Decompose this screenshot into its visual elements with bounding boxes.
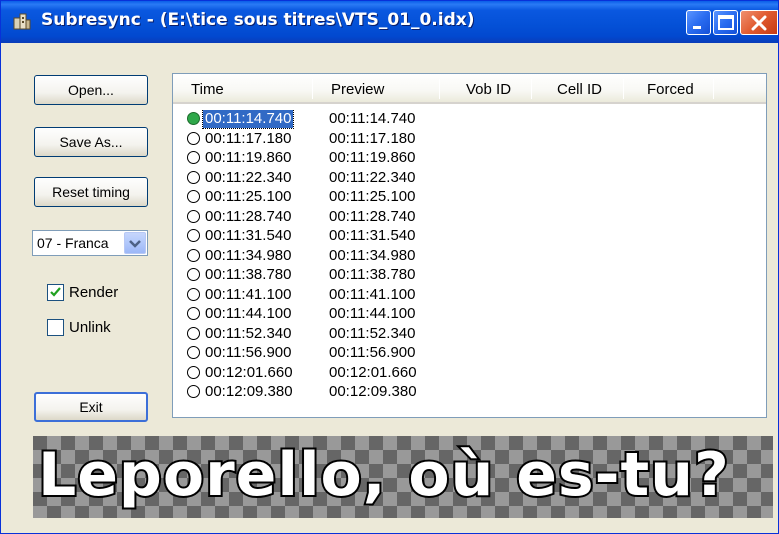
language-select-dropdown-button[interactable]: [124, 232, 146, 254]
cell-time[interactable]: 00:11:25.100: [203, 188, 293, 206]
radio-icon[interactable]: [187, 131, 200, 145]
cell-time[interactable]: 00:11:14.740: [201, 110, 295, 129]
window-title: Subresync - (E:\tice sous titres\VTS_01_…: [41, 10, 475, 30]
radio-icon[interactable]: [187, 229, 200, 242]
unlink-label: Unlink: [69, 319, 111, 336]
cell-time[interactable]: 00:12:09.380: [203, 383, 295, 401]
table-row[interactable]: 00:11:22.340 00:11:22.340: [173, 169, 766, 187]
cell-time[interactable]: 00:12:01.660: [203, 364, 295, 382]
table-row[interactable]: 00:11:25.100 00:11:25.100: [173, 188, 766, 206]
table-row[interactable]: 00:11:44.100 00:11:44.100: [173, 305, 766, 323]
unlink-checkbox[interactable]: [47, 319, 64, 336]
close-button[interactable]: [740, 10, 778, 35]
column-divider[interactable]: [312, 79, 313, 99]
radio-icon[interactable]: [187, 209, 200, 223]
exit-button[interactable]: Exit: [34, 392, 148, 422]
subtitle-preview: Leporello, où es-tu?: [33, 436, 773, 518]
render-checkbox[interactable]: [47, 284, 64, 301]
cell-preview: 00:11:52.340: [329, 324, 416, 342]
save-as-button[interactable]: Save As...: [34, 127, 148, 157]
chevron-down-icon: [129, 240, 141, 248]
cell-preview: 00:11:22.340: [329, 168, 416, 186]
subtitle-list[interactable]: Time Preview Vob ID Cell ID Forced 00:11…: [172, 73, 767, 418]
column-header-vob-id[interactable]: Vob ID: [466, 81, 511, 98]
column-header-forced[interactable]: Forced: [647, 81, 694, 98]
render-label: Render: [69, 284, 119, 301]
cell-preview: 00:12:01.660: [329, 363, 417, 381]
table-row[interactable]: 00:11:19.860 00:11:19.860: [173, 149, 766, 167]
cell-preview: 00:11:38.780: [329, 266, 416, 283]
column-divider[interactable]: [713, 79, 714, 99]
radio-icon[interactable]: [187, 170, 200, 184]
column-divider[interactable]: [439, 79, 440, 99]
table-row[interactable]: 00:11:31.540 00:11:31.540: [173, 227, 766, 245]
cell-preview: 00:11:41.100: [329, 285, 416, 303]
cell-preview: 00:11:56.900: [329, 344, 416, 361]
column-header-cell-id[interactable]: Cell ID: [557, 81, 602, 98]
cell-time[interactable]: 00:11:28.740: [203, 208, 293, 226]
radio-icon[interactable]: [187, 385, 200, 398]
maximize-button[interactable]: [713, 10, 738, 35]
radio-icon[interactable]: [187, 365, 200, 379]
table-row[interactable]: 00:11:52.340 00:11:52.340: [173, 325, 766, 343]
close-icon: [751, 15, 767, 31]
cell-time[interactable]: 00:11:52.340: [203, 325, 293, 343]
table-row[interactable]: 00:11:17.180 00:11:17.180: [173, 130, 766, 148]
radio-icon[interactable]: [187, 151, 200, 164]
list-header: Time Preview Vob ID Cell ID Forced: [173, 74, 766, 104]
cell-preview: 00:11:31.540: [329, 227, 416, 244]
radio-icon[interactable]: [187, 307, 200, 320]
cell-time[interactable]: 00:11:19.860: [203, 149, 293, 167]
cell-time[interactable]: 00:11:31.540: [203, 227, 293, 245]
subresync-app-icon: [13, 12, 31, 30]
active-marker-icon[interactable]: [187, 112, 200, 125]
radio-icon[interactable]: [187, 346, 200, 359]
list-rows: 00:11:14.740 00:11:14.740 00:11:17.180 00:1…: [173, 110, 766, 417]
column-header-time[interactable]: Time: [191, 81, 224, 98]
column-divider[interactable]: [623, 79, 624, 99]
radio-icon[interactable]: [187, 326, 200, 340]
cell-time[interactable]: 00:11:41.100: [203, 286, 293, 304]
table-row[interactable]: 00:11:28.740 00:11:28.740: [173, 208, 766, 226]
title-bar[interactable]: Subresync - (E:\tice sous titres\VTS_01_…: [1, 1, 778, 43]
radio-icon[interactable]: [187, 248, 200, 262]
table-row[interactable]: 00:12:01.660 00:12:01.660: [173, 364, 766, 382]
minimize-button[interactable]: [686, 10, 711, 35]
cell-preview: 00:11:28.740: [329, 207, 416, 225]
subtitle-preview-text: Leporello, où es-tu?: [36, 438, 731, 512]
radio-icon[interactable]: [187, 190, 200, 203]
table-row[interactable]: 00:11:41.100 00:11:41.100: [173, 286, 766, 304]
minimize-icon: [693, 26, 701, 29]
cell-preview: 00:11:19.860: [329, 149, 416, 166]
checkmark-icon: [50, 287, 61, 297]
cell-preview: 00:12:09.380: [329, 383, 417, 400]
cell-time[interactable]: 00:11:44.100: [203, 305, 293, 323]
cell-preview: 00:11:25.100: [329, 188, 416, 205]
radio-icon[interactable]: [187, 287, 200, 301]
cell-preview: 00:11:17.180: [329, 129, 416, 147]
table-row[interactable]: 00:11:14.740 00:11:14.740: [173, 110, 766, 129]
cell-preview: 00:11:44.100: [329, 305, 416, 322]
maximize-icon: [718, 15, 734, 30]
cell-time[interactable]: 00:11:56.900: [203, 344, 293, 362]
table-row[interactable]: 00:12:09.380 00:12:09.380: [173, 383, 766, 401]
language-select[interactable]: 07 - Franca: [32, 230, 148, 256]
table-row[interactable]: 00:11:38.780 00:11:38.780: [173, 266, 766, 284]
language-select-value: 07 - Franca: [37, 235, 109, 251]
cell-time[interactable]: 00:11:34.980: [203, 247, 293, 265]
cell-time[interactable]: 00:11:38.780: [203, 266, 293, 284]
reset-timing-button[interactable]: Reset timing: [34, 177, 148, 207]
subresync-window: Subresync - (E:\tice sous titres\VTS_01_…: [0, 0, 779, 534]
cell-time[interactable]: 00:11:17.180: [203, 130, 293, 148]
column-header-preview[interactable]: Preview: [331, 81, 384, 98]
table-row[interactable]: 00:11:56.900 00:11:56.900: [173, 344, 766, 362]
column-divider[interactable]: [531, 79, 532, 99]
cell-time[interactable]: 00:11:22.340: [203, 169, 293, 187]
cell-preview: 00:11:14.740: [329, 110, 416, 127]
cell-preview: 00:11:34.980: [329, 246, 416, 264]
open-button[interactable]: Open...: [34, 75, 148, 105]
table-row[interactable]: 00:11:34.980 00:11:34.980: [173, 247, 766, 265]
radio-icon[interactable]: [187, 268, 200, 281]
